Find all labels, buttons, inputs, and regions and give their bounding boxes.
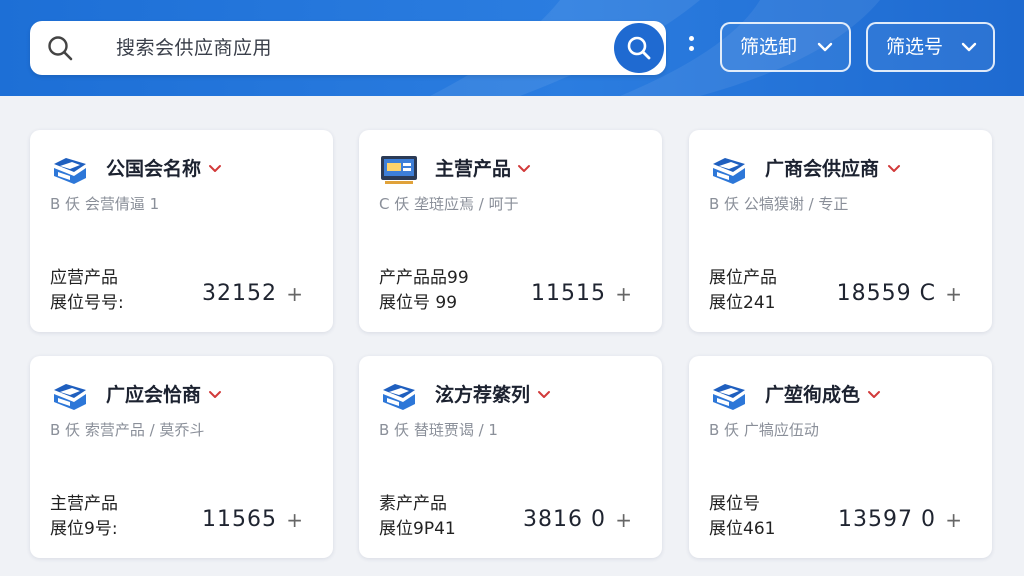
supplier-subtitle: C 仸 垄琏应焉 / 呵于 [379, 195, 519, 213]
monitor-icon [379, 154, 419, 186]
top-header: 搜索会供应商应用 筛选卸 筛选号 [0, 0, 1024, 96]
supplier-card[interactable]: 广应会恰商 B 仸 索营产品 / 莫乔斗 主营产品 展位9号: 11565 + [30, 356, 333, 558]
more-vertical-icon[interactable] [684, 36, 698, 60]
product-label: 展位号 [709, 494, 760, 514]
supplier-logo-icon [709, 380, 749, 412]
chevron-down-icon[interactable] [208, 164, 222, 174]
supplier-logo-icon [709, 154, 749, 186]
booth-label: 展位9号: [50, 519, 118, 539]
supplier-subtitle: B 仸 会营倩逼 1 [50, 195, 160, 213]
supplier-logo-icon [379, 380, 419, 412]
filter-label: 筛选号 [886, 36, 944, 58]
supplier-name[interactable]: 主营产品 [435, 154, 511, 181]
supplier-card[interactable]: 公国会名称 B 仸 会营倩逼 1 应营产品 展位号号: 32152 + [30, 130, 333, 332]
supplier-name[interactable]: 广商会供应商 [765, 154, 879, 181]
chevron-down-icon [961, 42, 977, 52]
chevron-down-icon[interactable] [887, 164, 901, 174]
product-label: 应营产品 [50, 268, 118, 288]
product-label: 素产产品 [379, 494, 447, 514]
supplier-name[interactable]: 广应会恰商 [106, 380, 201, 407]
booth-label: 展位241 [709, 293, 776, 313]
supplier-logo-icon [50, 154, 90, 186]
supplier-subtitle: B 仸 公犒獏谢 / 专正 [709, 195, 849, 213]
supplier-logo-icon [50, 380, 90, 412]
add-icon[interactable]: + [615, 508, 632, 532]
booth-number: 18559 C [836, 281, 936, 306]
add-icon[interactable]: + [945, 282, 962, 306]
add-icon[interactable]: + [286, 508, 303, 532]
booth-label: 展位9P41 [379, 519, 456, 539]
supplier-card[interactable]: 广商会供应商 B 仸 公犒獏谢 / 专正 展位产品 展位241 18559 C … [689, 130, 992, 332]
chevron-down-icon[interactable] [867, 390, 881, 400]
supplier-subtitle: B 仸 替琏贾谒 / 1 [379, 421, 498, 439]
product-label: 主营产品 [50, 494, 118, 514]
supplier-card[interactable]: 泫方荐綮列 B 仸 替琏贾谒 / 1 素产产品 展位9P41 3816 0 + [359, 356, 662, 558]
supplier-subtitle: B 仸 索营产品 / 莫乔斗 [50, 421, 205, 439]
chevron-down-icon[interactable] [517, 164, 531, 174]
filter-dropdown-2[interactable]: 筛选号 [866, 22, 995, 72]
booth-label: 展位461 [709, 519, 776, 539]
booth-number: 13597 0 [838, 507, 936, 532]
booth-number: 11515 [531, 281, 606, 306]
chevron-down-icon[interactable] [537, 390, 551, 400]
product-label: 展位产品 [709, 268, 777, 288]
search-icon [48, 36, 73, 61]
supplier-card[interactable]: 广堃徇成色 B 仸 广犒应伍动 展位号 展位461 13597 0 + [689, 356, 992, 558]
booth-number: 3816 0 [523, 507, 606, 532]
booth-label: 展位号 99 [379, 293, 458, 313]
booth-number: 11565 [202, 507, 277, 532]
add-icon[interactable]: + [286, 282, 303, 306]
product-label: 产产品品99 [379, 268, 469, 288]
supplier-name[interactable]: 公国会名称 [106, 154, 201, 181]
supplier-name[interactable]: 泫方荐綮列 [435, 380, 530, 407]
booth-number: 32152 [202, 281, 277, 306]
supplier-subtitle: B 仸 广犒应伍动 [709, 421, 819, 439]
chevron-down-icon[interactable] [208, 390, 222, 400]
search-input[interactable]: 搜索会供应商应用 [116, 21, 272, 75]
search-icon [627, 36, 651, 60]
add-icon[interactable]: + [615, 282, 632, 306]
search-bar[interactable]: 搜索会供应商应用 [30, 21, 666, 75]
filter-dropdown-1[interactable]: 筛选卸 [720, 22, 851, 72]
search-button[interactable] [614, 23, 664, 73]
add-icon[interactable]: + [945, 508, 962, 532]
filter-label: 筛选卸 [740, 36, 798, 58]
supplier-card[interactable]: 主营产品 C 仸 垄琏应焉 / 呵于 产产品品99 展位号 99 11515 + [359, 130, 662, 332]
booth-label: 展位号号: [50, 293, 124, 313]
chevron-down-icon [817, 42, 833, 52]
supplier-name[interactable]: 广堃徇成色 [765, 380, 860, 407]
